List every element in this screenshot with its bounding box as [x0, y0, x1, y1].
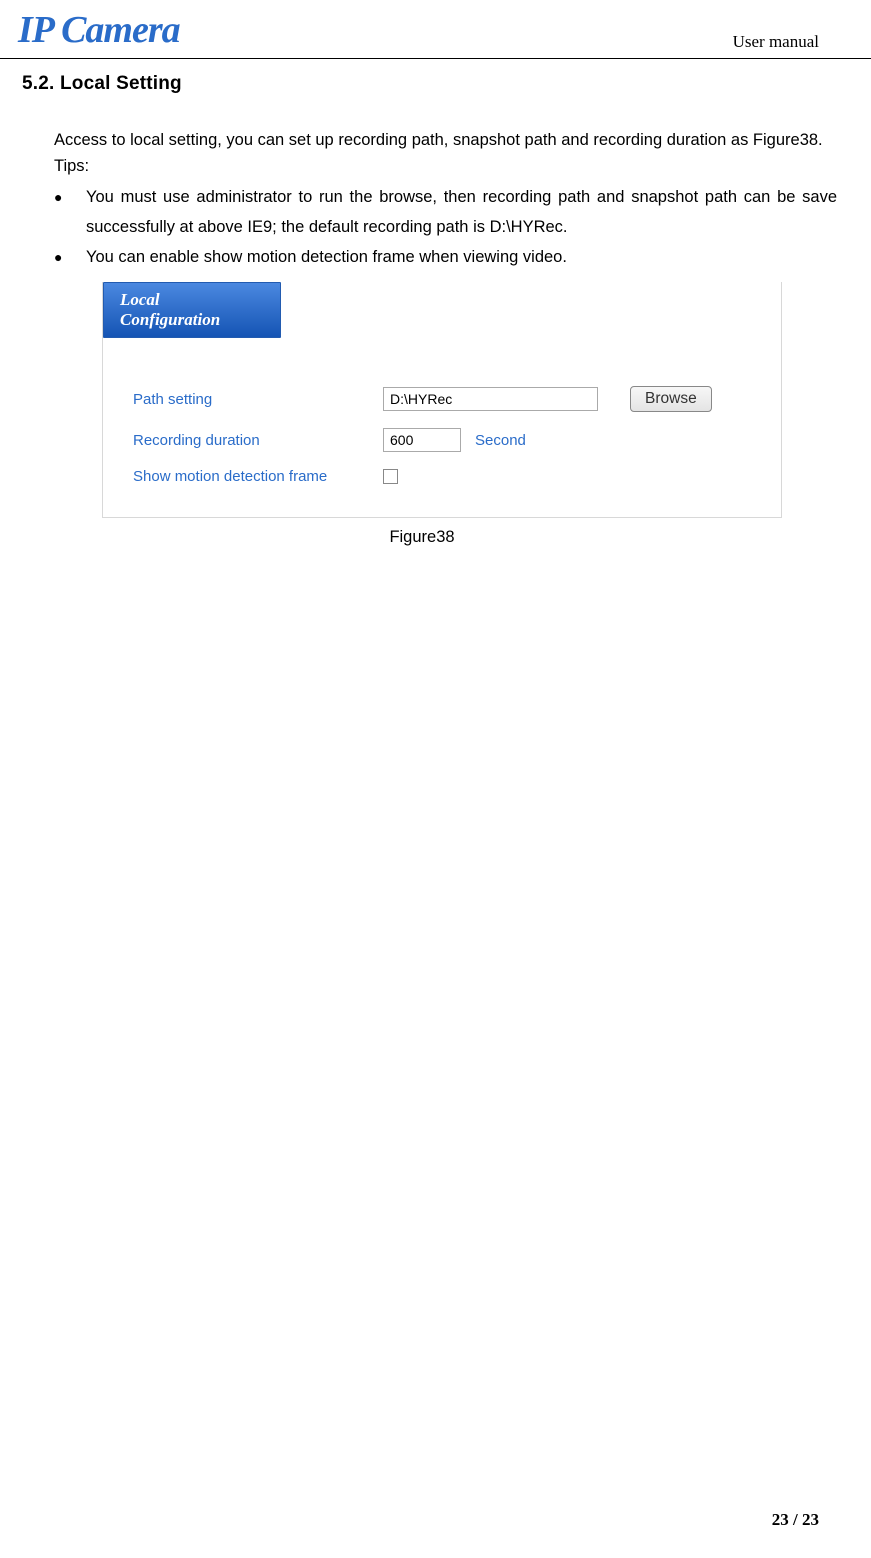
section-heading: 5.2. Local Setting — [22, 73, 837, 95]
duration-label: Recording duration — [133, 432, 383, 449]
figure-caption: Figure38 — [62, 528, 782, 547]
motion-checkbox[interactable] — [383, 469, 398, 484]
duration-input[interactable] — [383, 428, 461, 452]
path-label: Path setting — [133, 391, 383, 408]
page-header: IP Camera User manual — [0, 0, 871, 59]
doc-title: User manual — [733, 32, 819, 52]
motion-label: Show motion detection frame — [133, 468, 383, 485]
tips-list: You must use administrator to run the br… — [20, 182, 837, 272]
panel-body: Path setting Browse Recording duration S… — [103, 338, 781, 517]
path-setting-row: Path setting Browse — [133, 386, 759, 412]
path-input[interactable] — [383, 387, 598, 411]
config-panel: Local Configuration Path setting Browse … — [102, 282, 782, 518]
figure-wrap: Local Configuration Path setting Browse … — [102, 282, 782, 547]
logo: IP Camera — [18, 8, 180, 52]
tip-item: You can enable show motion detection fra… — [54, 242, 837, 272]
intro-paragraph: Access to local setting, you can set up … — [20, 125, 837, 155]
browse-button[interactable]: Browse — [630, 386, 712, 412]
motion-frame-row: Show motion detection frame — [133, 468, 759, 485]
duration-unit: Second — [475, 432, 526, 449]
page-content: 5.2. Local Setting Access to local setti… — [0, 59, 871, 547]
tips-label: Tips: — [20, 157, 837, 176]
recording-duration-row: Recording duration Second — [133, 428, 759, 452]
panel-title: Local Configuration — [103, 282, 281, 338]
tip-item: You must use administrator to run the br… — [54, 182, 837, 242]
page-number: 23 / 23 — [772, 1510, 819, 1530]
